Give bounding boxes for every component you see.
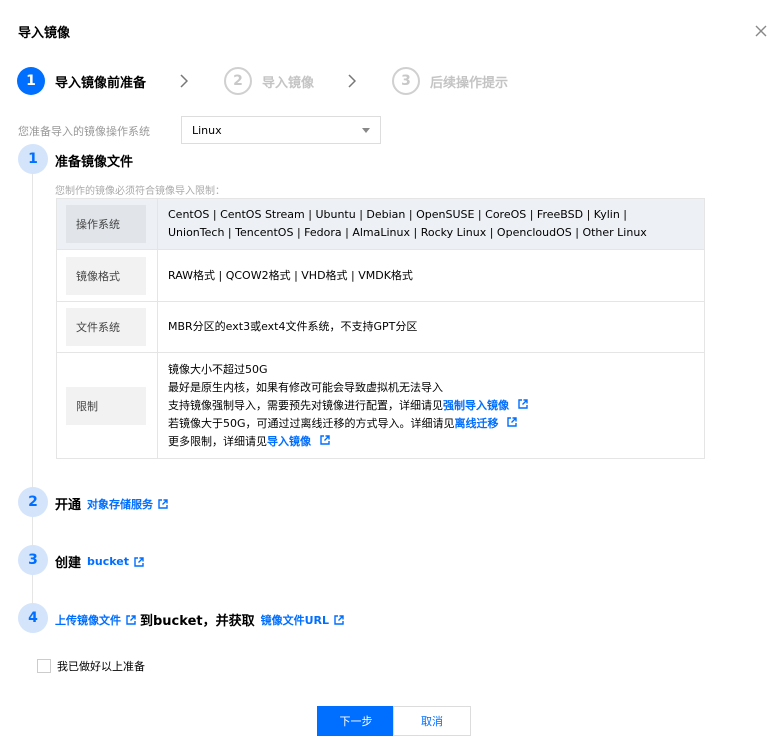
section-3-number: 3: [18, 545, 48, 575]
os-value-line-1: CentOS | CentOS Stream | Ubuntu | Debian…: [168, 208, 627, 221]
limit-value: 镜像大小不超过50G 最好是原生内核，如果有修改可能会导致虚拟机无法导入 支持镜…: [158, 353, 704, 458]
section-2-prefix: 开通: [55, 498, 82, 513]
limit-line-3: 支持镜像强制导入，需要预先对镜像进行配置，详细请见强制导入镜像: [168, 397, 694, 415]
os-value: CentOS | CentOS Stream | Ubuntu | Debian…: [158, 199, 704, 249]
external-link-icon: [158, 498, 168, 509]
table-key-cell: 文件系统: [57, 302, 158, 352]
ready-checkbox-label: 我已做好以上准备: [57, 660, 145, 673]
bucket-link-label: bucket: [87, 555, 129, 568]
section-1-title: 准备镜像文件: [55, 155, 134, 170]
external-link-icon[interactable]: [507, 416, 517, 427]
os-key: 操作系统: [66, 205, 146, 243]
format-key: 镜像格式: [66, 256, 146, 295]
format-value-text: RAW格式 | QCOW2格式 | VHD格式 | VMDK格式: [168, 268, 413, 282]
upload-image-link[interactable]: 上传镜像文件: [55, 612, 136, 628]
limit-line-2: 最好是原生内核，如果有修改可能会导致虚拟机无法导入: [168, 380, 443, 394]
os-select[interactable]: Linux: [181, 116, 381, 144]
limit-line-4-text: 若镜像大于50G，可通过过离线迁移的方式导入。详细请见: [168, 416, 455, 430]
table-key-cell: 镜像格式: [57, 250, 158, 301]
ready-checkbox[interactable]: 我已做好以上准备: [37, 658, 145, 674]
next-button[interactable]: 下一步: [317, 706, 395, 736]
section-3-title: 创建 bucket: [55, 552, 144, 571]
step-3-number: 3: [392, 67, 421, 95]
object-storage-link-label: 对象存储服务: [87, 497, 154, 511]
step-2-label: 导入镜像: [262, 75, 315, 91]
image-url-link[interactable]: 镜像文件URL: [261, 612, 344, 628]
dialog-title: 导入镜像: [18, 26, 71, 41]
step-3-label: 后续操作提示: [430, 75, 509, 91]
limit-line-1: 镜像大小不超过50G: [168, 362, 268, 376]
limit-line-3-text: 支持镜像强制导入，需要预先对镜像进行配置，详细请见: [168, 398, 443, 412]
section-3-prefix: 创建: [55, 556, 82, 571]
limit-line-5: 更多限制，详细请见导入镜像: [168, 433, 694, 451]
filesystem-key: 文件系统: [66, 308, 146, 346]
limit-line-5-text: 更多限制，详细请见: [168, 434, 267, 448]
checkbox-box[interactable]: [37, 659, 51, 673]
os-value-line-2: UnionTech | TencentOS | Fedora | AlmaLin…: [168, 226, 647, 239]
offline-migration-link[interactable]: 离线迁移: [455, 417, 499, 430]
chevron-right-icon: [348, 74, 358, 88]
section-2-title: 开通 对象存储服务: [55, 494, 168, 513]
table-key-cell: 操作系统: [57, 199, 158, 249]
chevron-right-icon: [180, 74, 190, 88]
external-link-icon: [334, 614, 344, 625]
os-select-label: 您准备导入的镜像操作系统: [18, 125, 150, 138]
requirements-table: 操作系统 CentOS | CentOS Stream | Ubuntu | D…: [56, 198, 705, 459]
force-import-link[interactable]: 强制导入镜像: [443, 399, 509, 412]
bucket-link[interactable]: bucket: [87, 555, 144, 568]
step-2: 2 导入镜像: [224, 67, 314, 95]
close-icon[interactable]: [754, 24, 768, 38]
table-key-cell: 限制: [57, 353, 158, 458]
object-storage-link[interactable]: 对象存储服务: [87, 496, 168, 512]
section-2-number: 2: [18, 487, 48, 517]
table-row: 限制 镜像大小不超过50G 最好是原生内核，如果有修改可能会导致虚拟机无法导入 …: [57, 352, 704, 458]
image-url-link-label: 镜像文件URL: [260, 613, 330, 627]
section-4-title: 上传镜像文件 到bucket，并获取 镜像文件URL: [55, 610, 344, 629]
caret-down-icon: [362, 128, 370, 133]
limit-key: 限制: [66, 386, 146, 425]
step-1-number: 1: [17, 67, 45, 95]
table-row: 镜像格式 RAW格式 | QCOW2格式 | VHD格式 | VMDK格式: [57, 249, 704, 301]
stepper: 1 导入镜像前准备 2 导入镜像 3 后续操作提示: [17, 67, 508, 95]
table-row: 文件系统 MBR分区的ext3或ext4文件系统，不支持GPT分区: [57, 301, 704, 352]
os-select-value: Linux: [192, 123, 222, 137]
limit-line-4: 若镜像大于50G，可通过过离线迁移的方式导入。详细请见离线迁移: [168, 415, 694, 433]
import-image-link[interactable]: 导入镜像: [267, 435, 311, 448]
step-2-number: 2: [224, 67, 253, 95]
cancel-button[interactable]: 取消: [393, 706, 471, 736]
section-1-number: 1: [18, 144, 48, 174]
requirements-hint: 您制作的镜像必须符合镜像导入限制：: [55, 186, 225, 197]
section-4-number: 4: [18, 603, 48, 633]
step-3: 3 后续操作提示: [392, 67, 508, 95]
filesystem-value-text: MBR分区的ext3或ext4文件系统，不支持GPT分区: [168, 320, 418, 333]
filesystem-value: MBR分区的ext3或ext4文件系统，不支持GPT分区: [158, 302, 704, 352]
external-link-icon: [126, 614, 136, 625]
format-value: RAW格式 | QCOW2格式 | VHD格式 | VMDK格式: [158, 250, 704, 301]
table-row: 操作系统 CentOS | CentOS Stream | Ubuntu | D…: [57, 199, 704, 249]
external-link-icon[interactable]: [319, 434, 330, 445]
step-1: 1 导入镜像前准备: [17, 67, 146, 95]
step-1-label: 导入镜像前准备: [55, 75, 147, 91]
external-link-icon: [134, 556, 144, 567]
upload-image-link-label: 上传镜像文件: [55, 613, 121, 627]
external-link-icon[interactable]: [517, 398, 528, 409]
section-4-middle-text: 到bucket，并获取: [140, 614, 255, 629]
